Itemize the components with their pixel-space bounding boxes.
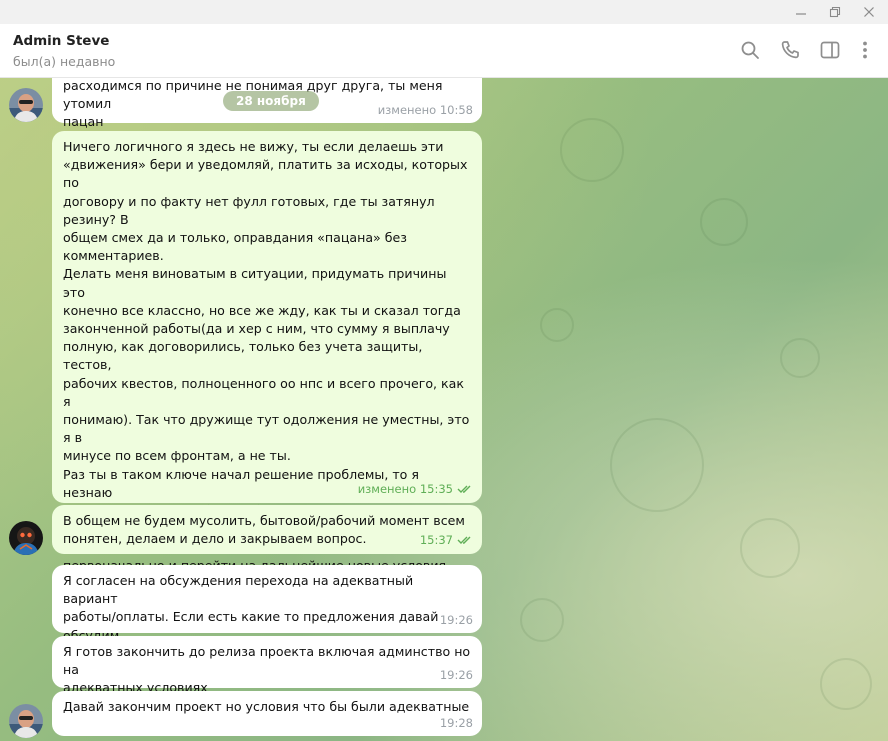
more-vertical-icon[interactable] bbox=[853, 38, 877, 62]
chat-area[interactable]: расходимся по причине не понимая друг др… bbox=[0, 78, 888, 741]
message-text: Ничего логичного я здесь не вижу, ты есл… bbox=[63, 139, 470, 627]
background-doodle bbox=[780, 338, 820, 378]
background-doodle bbox=[560, 118, 624, 182]
avatar[interactable] bbox=[9, 704, 43, 738]
search-icon[interactable] bbox=[738, 38, 762, 62]
double-check-icon bbox=[457, 481, 473, 499]
background-doodle bbox=[740, 518, 800, 578]
phone-icon[interactable] bbox=[778, 38, 802, 62]
message-bubble-outgoing[interactable]: В общем не будем мусолить, бытовой/рабоч… bbox=[52, 505, 482, 554]
message-time-label: изменено 15:35 bbox=[357, 481, 453, 496]
close-icon[interactable] bbox=[852, 0, 886, 24]
message-text: Я готов закончить до релиза проекта вклю… bbox=[63, 644, 471, 696]
message-text: Давай закончим проект но условия что бы … bbox=[63, 699, 470, 714]
message-bubble-outgoing[interactable]: Ничего логичного я здесь не вижу, ты есл… bbox=[52, 131, 482, 627]
background-doodle bbox=[540, 308, 574, 342]
background-doodle bbox=[700, 198, 748, 246]
message-bubble-incoming[interactable]: Я согласен на обсуждения перехода на аде… bbox=[52, 565, 482, 661]
message-time: изменено 15:35 bbox=[358, 480, 473, 499]
sidebar-toggle-icon[interactable] bbox=[818, 38, 842, 62]
avatar[interactable] bbox=[9, 521, 43, 555]
message-time: изменено 10:58 bbox=[378, 101, 473, 119]
chat-header: Admin Steve был(а) недавно bbox=[0, 24, 888, 78]
double-check-icon bbox=[457, 532, 473, 550]
window-titlebar bbox=[0, 0, 888, 24]
message-bubble-incoming[interactable]: Давай закончим проект но условия что бы … bbox=[52, 691, 482, 736]
background-doodle bbox=[820, 658, 872, 710]
chat-title[interactable]: Admin Steve bbox=[13, 33, 109, 49]
chat-status: был(а) недавно bbox=[13, 54, 116, 69]
message-time: 19:28 bbox=[440, 714, 473, 732]
restore-icon[interactable] bbox=[818, 0, 852, 24]
date-separator: 28 ноября bbox=[223, 91, 319, 111]
minimize-icon[interactable] bbox=[784, 0, 818, 24]
message-time-label: 19:26 bbox=[439, 612, 473, 627]
message-text: В общем не будем мусолить, бытовой/рабоч… bbox=[63, 513, 465, 547]
message-time: 15:37 bbox=[420, 531, 473, 550]
message-time: 19:26 bbox=[440, 611, 473, 629]
background-doodle bbox=[610, 418, 704, 512]
message-time-label: изменено 10:58 bbox=[377, 102, 473, 117]
message-time-label: 19:28 bbox=[439, 715, 473, 730]
message-time: 19:26 bbox=[440, 666, 473, 684]
message-time-label: 19:26 bbox=[439, 667, 473, 682]
background-doodle bbox=[520, 598, 564, 642]
message-bubble-incoming[interactable]: Я готов закончить до релиза проекта вклю… bbox=[52, 636, 482, 695]
message-time-label: 15:37 bbox=[419, 532, 453, 547]
avatar[interactable] bbox=[9, 88, 43, 122]
